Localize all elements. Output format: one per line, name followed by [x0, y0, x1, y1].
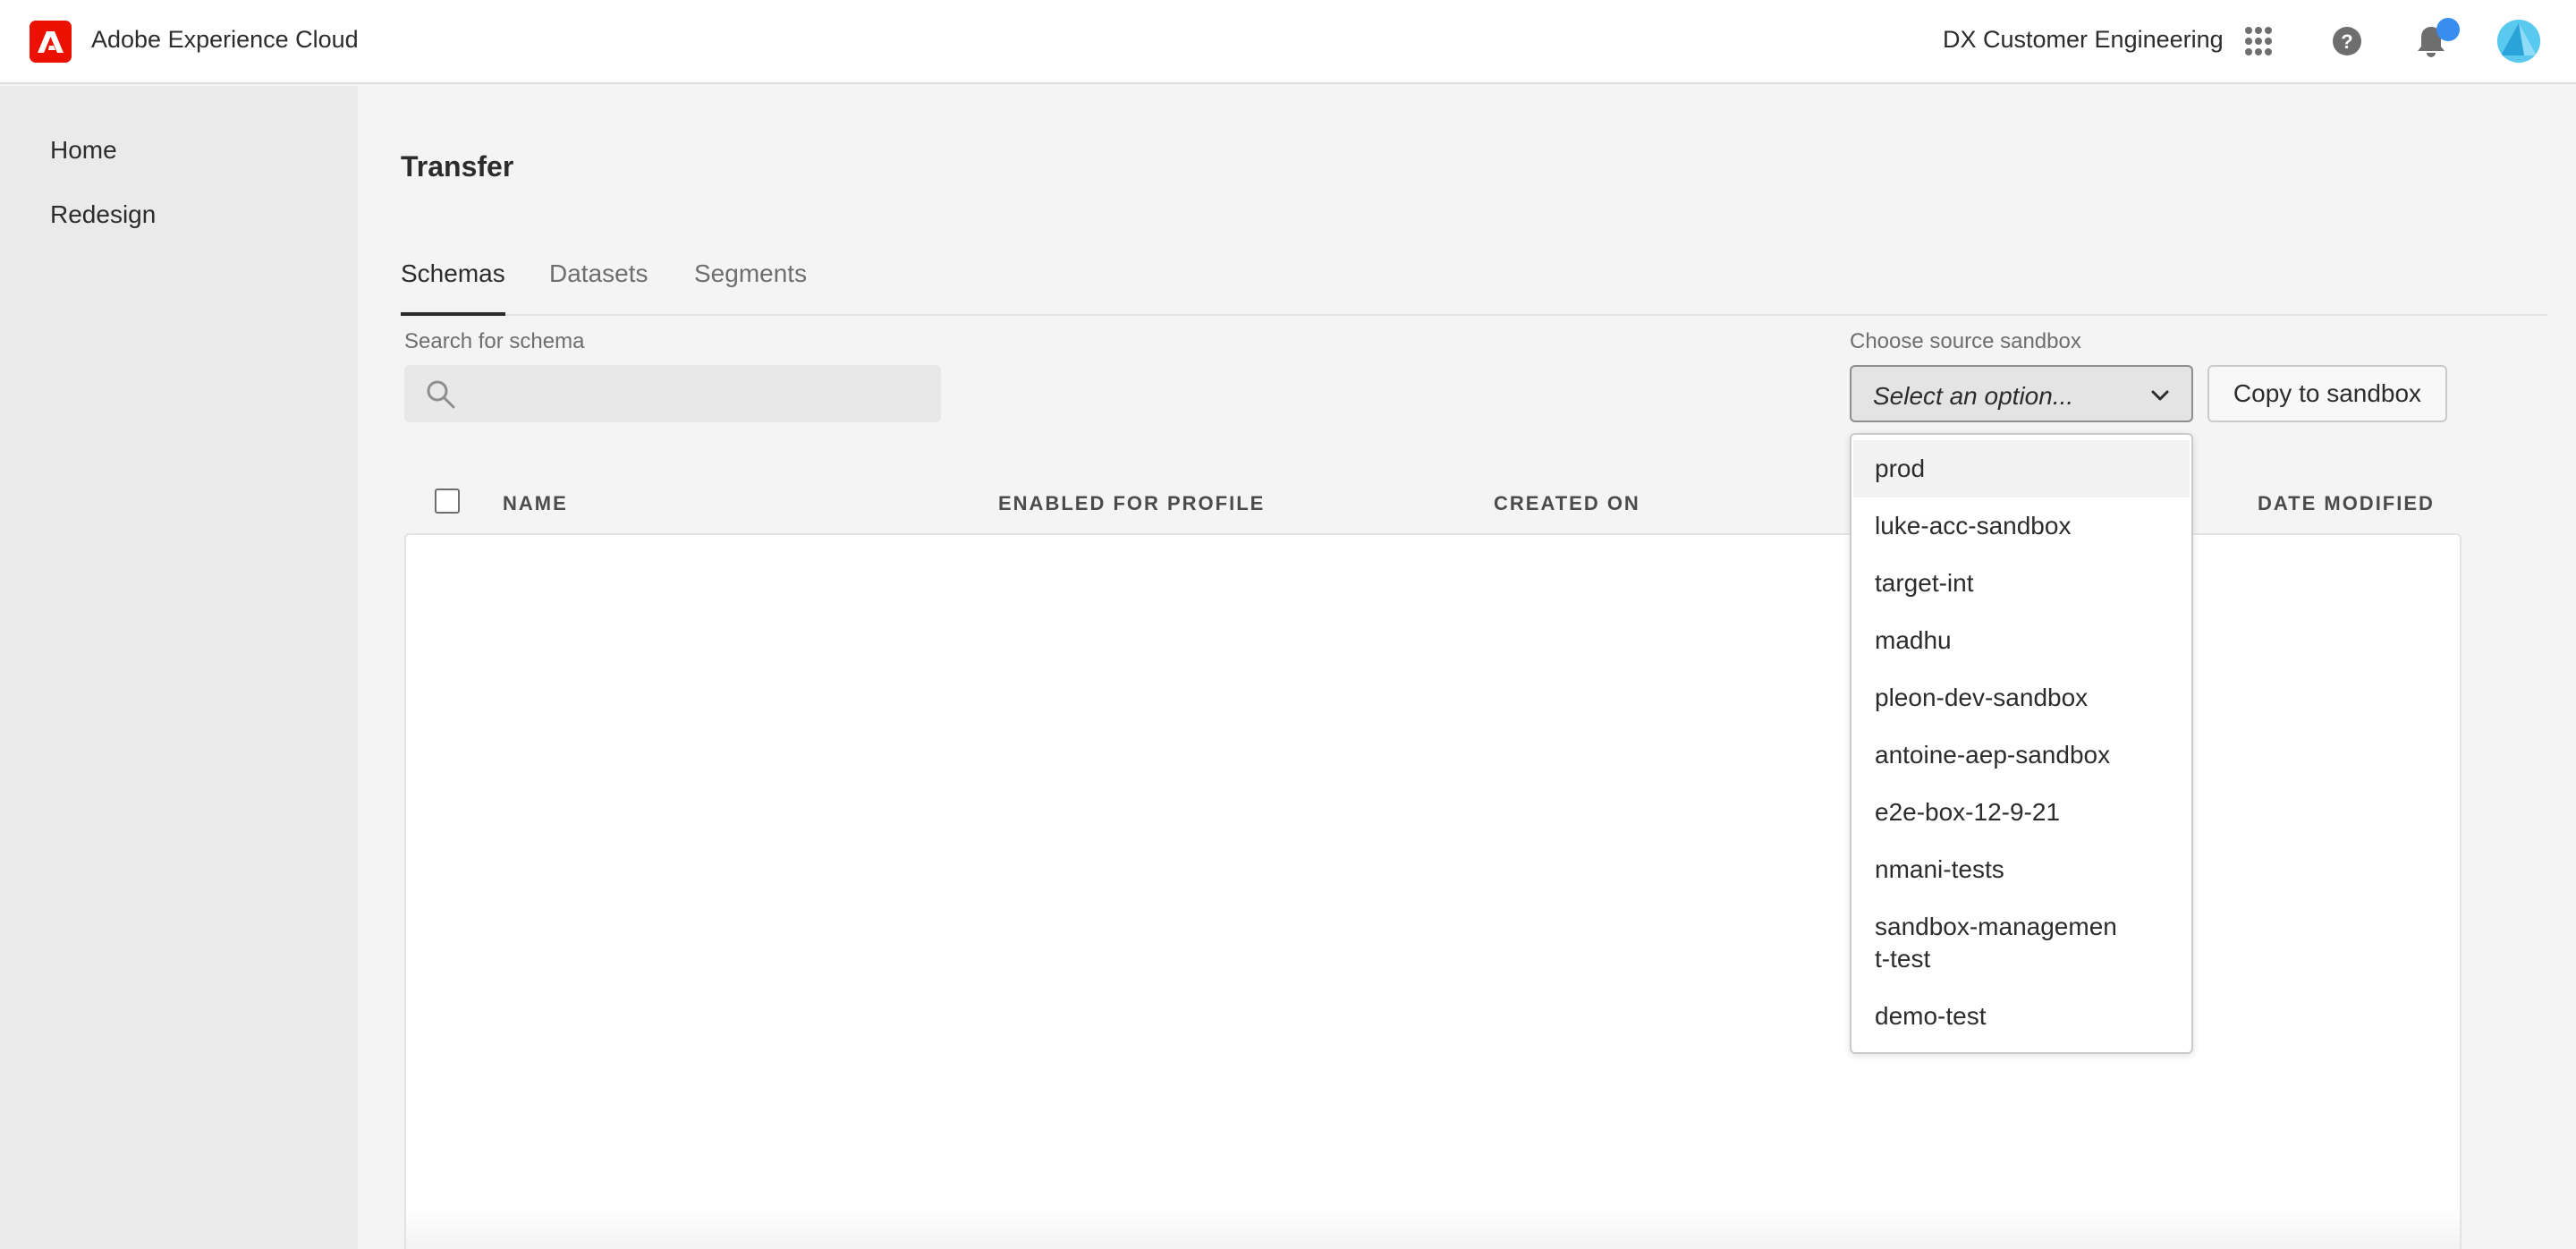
- search-icon: [427, 380, 455, 409]
- org-switcher[interactable]: DX Customer Engineering: [1943, 26, 2224, 54]
- tab-schemas[interactable]: Schemas: [401, 259, 505, 288]
- tab-selected-indicator: [401, 312, 505, 316]
- sandbox-label: Choose source sandbox: [1850, 329, 2081, 353]
- page-title: Transfer: [401, 150, 514, 183]
- adobe-logo-icon: [38, 31, 64, 53]
- notification-badge: [2436, 18, 2460, 41]
- nav-item-redesign[interactable]: Redesign: [50, 200, 156, 229]
- dropdown-option[interactable]: demo-test: [1853, 1000, 2190, 1032]
- select-placeholder: Select an option...: [1873, 382, 2074, 410]
- help-icon[interactable]: ?: [2331, 23, 2363, 64]
- apps-grid-icon[interactable]: [2243, 23, 2274, 64]
- dropdown-option[interactable]: madhu: [1853, 624, 2190, 657]
- column-header-enabled-for-profile[interactable]: ENABLED FOR PROFILE: [998, 492, 1265, 515]
- dropdown-option[interactable]: target-int: [1853, 567, 2190, 599]
- left-nav: [0, 86, 358, 1249]
- copy-to-sandbox-button[interactable]: Copy to sandbox: [2207, 365, 2447, 422]
- dropdown-option[interactable]: luke-acc-sandbox: [1853, 510, 2190, 542]
- tabs-divider: [401, 314, 2547, 316]
- dropdown-option[interactable]: nmani-tests: [1853, 854, 2190, 886]
- dropdown-option[interactable]: sandbox-management-test: [1853, 911, 2122, 975]
- column-header-name[interactable]: NAME: [503, 492, 568, 515]
- svg-text:?: ?: [2341, 30, 2352, 53]
- tab-datasets[interactable]: Datasets: [549, 259, 648, 288]
- app-title[interactable]: Adobe Experience Cloud: [91, 26, 359, 54]
- top-bar: Adobe Experience Cloud DX Customer Engin…: [0, 0, 2576, 84]
- chevron-down-icon: [2151, 390, 2169, 401]
- avatar[interactable]: [2497, 20, 2540, 63]
- column-header-created-on[interactable]: CREATED ON: [1494, 492, 1640, 515]
- search-input[interactable]: [467, 365, 932, 422]
- sandbox-dropdown-menu: prod luke-acc-sandbox target-int madhu p…: [1850, 433, 2193, 1054]
- nav-item-home[interactable]: Home: [50, 136, 117, 165]
- tab-segments[interactable]: Segments: [694, 259, 807, 288]
- dropdown-option[interactable]: pleon-dev-sandbox: [1853, 682, 2190, 714]
- scroll-shadow: [404, 1208, 2462, 1249]
- search-label: Search for schema: [404, 329, 585, 353]
- dropdown-option[interactable]: antoine-aep-sandbox: [1853, 739, 2190, 771]
- select-all-checkbox[interactable]: [435, 489, 460, 514]
- dropdown-option[interactable]: e2e-box-12-9-21: [1853, 796, 2190, 828]
- dropdown-option-prod[interactable]: prod: [1853, 440, 2190, 497]
- column-header-date-modified[interactable]: DATE MODIFIED: [2258, 492, 2435, 515]
- search-field[interactable]: [404, 365, 941, 422]
- source-sandbox-select[interactable]: Select an option...: [1850, 365, 2193, 422]
- adobe-logo[interactable]: [30, 21, 72, 63]
